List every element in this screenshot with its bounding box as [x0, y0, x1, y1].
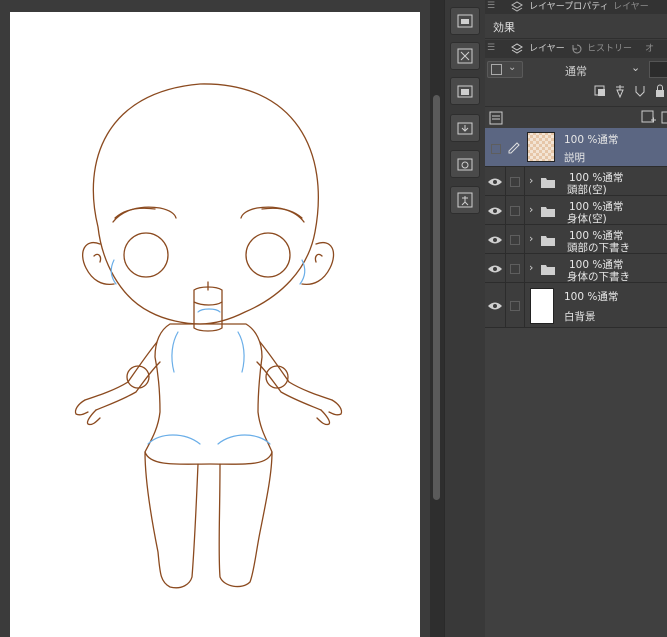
- chevron-down-icon: ⌄: [508, 62, 517, 73]
- tab-history[interactable]: ヒストリー: [587, 42, 632, 56]
- command-bar: [444, 0, 485, 637]
- figure-icon: [457, 192, 473, 208]
- fit-screen-icon: [457, 48, 473, 64]
- import-button[interactable]: [450, 114, 480, 142]
- cube-icon: [457, 158, 473, 171]
- folder-icon: [541, 236, 555, 246]
- effects-label: 効果: [493, 21, 515, 34]
- folder-icon: [541, 265, 555, 275]
- layer-name[interactable]: 身体(空): [567, 211, 607, 226]
- draft-layer-icon[interactable]: [633, 84, 647, 98]
- layer-list-toolbar: [485, 106, 667, 129]
- layer-opacity-blend: 100 %通常: [564, 134, 619, 146]
- property-tab-strip: ☰ レイヤープロパティ レイヤー: [485, 0, 667, 14]
- eye-icon[interactable]: [487, 299, 503, 313]
- layer-thumbnail-white: [530, 288, 554, 324]
- edit-toggle[interactable]: [510, 177, 520, 187]
- layer-list-empty-area: [485, 328, 667, 637]
- list-view-icon[interactable]: [489, 111, 503, 125]
- tab-layer[interactable]: レイヤー: [529, 42, 565, 56]
- folder-icon: [457, 85, 473, 98]
- eye-icon[interactable]: [487, 233, 503, 247]
- chevron-right-icon[interactable]: ›: [529, 203, 533, 216]
- opacity-slider[interactable]: [649, 61, 667, 78]
- layer-row-setsumei[interactable]: 100 %通常 説明: [485, 128, 667, 167]
- blend-mode-value: 通常: [565, 65, 587, 78]
- panel-grip-icon[interactable]: ☰: [487, 2, 495, 11]
- tab-layer-property[interactable]: レイヤープロパティ: [529, 0, 609, 14]
- layers-icon: [511, 43, 523, 54]
- layer-row-body-empty[interactable]: › 100 %通常 身体(空): [485, 196, 667, 225]
- layer-tab-strip: ☰ レイヤー ヒストリー オ: [485, 40, 667, 58]
- pen-icon: [508, 142, 520, 154]
- new-layer-icon[interactable]: [641, 110, 657, 126]
- layer-color-dropdown[interactable]: ⌄: [487, 61, 523, 78]
- effects-row: 効果: [485, 14, 667, 39]
- folder-icon: [541, 207, 555, 217]
- canvas-vertical-scrollbar[interactable]: [430, 0, 444, 637]
- chevron-right-icon[interactable]: ›: [529, 232, 533, 245]
- layer-property-icon: [511, 1, 523, 12]
- canvas-page[interactable]: [10, 12, 420, 637]
- layer-toolbar: ⌄ 通常 ⌄: [485, 58, 667, 108]
- layer-panel: ☰ レイヤープロパティ レイヤー 効果 ☰ レイヤー ヒストリー オ ⌄ 通常 …: [485, 0, 667, 637]
- fit-screen-button[interactable]: [450, 42, 480, 70]
- layer-row-head-empty[interactable]: › 100 %通常 頭部(空): [485, 167, 667, 196]
- tab-layer-property-2[interactable]: レイヤー: [613, 0, 649, 14]
- visibility-toggle[interactable]: [491, 144, 501, 154]
- folder-button[interactable]: [450, 77, 480, 105]
- chevron-down-icon: ⌄: [631, 61, 641, 74]
- folder-icon: [541, 178, 555, 188]
- material-button[interactable]: [450, 150, 480, 178]
- open-file-button[interactable]: [450, 7, 480, 35]
- layer-opacity-blend: 100 %通常: [564, 291, 619, 303]
- scrollbar-thumb[interactable]: [433, 95, 440, 500]
- layer-name[interactable]: 白背景: [564, 309, 596, 324]
- eye-icon[interactable]: [487, 204, 503, 218]
- edit-toggle[interactable]: [510, 264, 520, 274]
- layer-name[interactable]: 身体の下書き: [567, 269, 630, 284]
- tab-other[interactable]: オ: [645, 42, 654, 56]
- chevron-right-icon[interactable]: ›: [529, 261, 533, 274]
- layer-thumbnail-transparent: [527, 132, 555, 162]
- new-folder-icon[interactable]: [661, 110, 667, 126]
- lock-icon[interactable]: [653, 84, 667, 98]
- canvas-area[interactable]: [0, 0, 430, 637]
- layer-row-head-draft[interactable]: › 100 %通常 頭部の下書き: [485, 225, 667, 254]
- eye-icon[interactable]: [487, 175, 503, 189]
- edit-toggle[interactable]: [510, 301, 520, 311]
- window-icon: [457, 14, 473, 28]
- reference-layer-icon[interactable]: [613, 84, 627, 98]
- layer-name[interactable]: 頭部(空): [567, 182, 607, 197]
- clip-to-lower-layer-icon[interactable]: [593, 84, 607, 98]
- panel-grip-icon[interactable]: ☰: [487, 44, 495, 53]
- history-icon: [572, 44, 582, 54]
- layer-name[interactable]: 説明: [564, 150, 585, 165]
- eye-icon[interactable]: [487, 262, 503, 276]
- layer-color-swatch: [491, 64, 502, 75]
- layer-row-white-background[interactable]: 100 %通常 白背景: [485, 283, 667, 328]
- blend-mode-dropdown[interactable]: 通常 ⌄: [527, 61, 645, 78]
- layer-name[interactable]: 頭部の下書き: [567, 240, 630, 255]
- edit-toggle[interactable]: [510, 206, 520, 216]
- download-icon: [457, 122, 473, 135]
- pose-button[interactable]: [450, 186, 480, 214]
- edit-toggle[interactable]: [510, 235, 520, 245]
- layer-row-body-draft[interactable]: › 100 %通常 身体の下書き: [485, 254, 667, 283]
- character-sketch: [74, 83, 343, 589]
- chevron-right-icon[interactable]: ›: [529, 174, 533, 187]
